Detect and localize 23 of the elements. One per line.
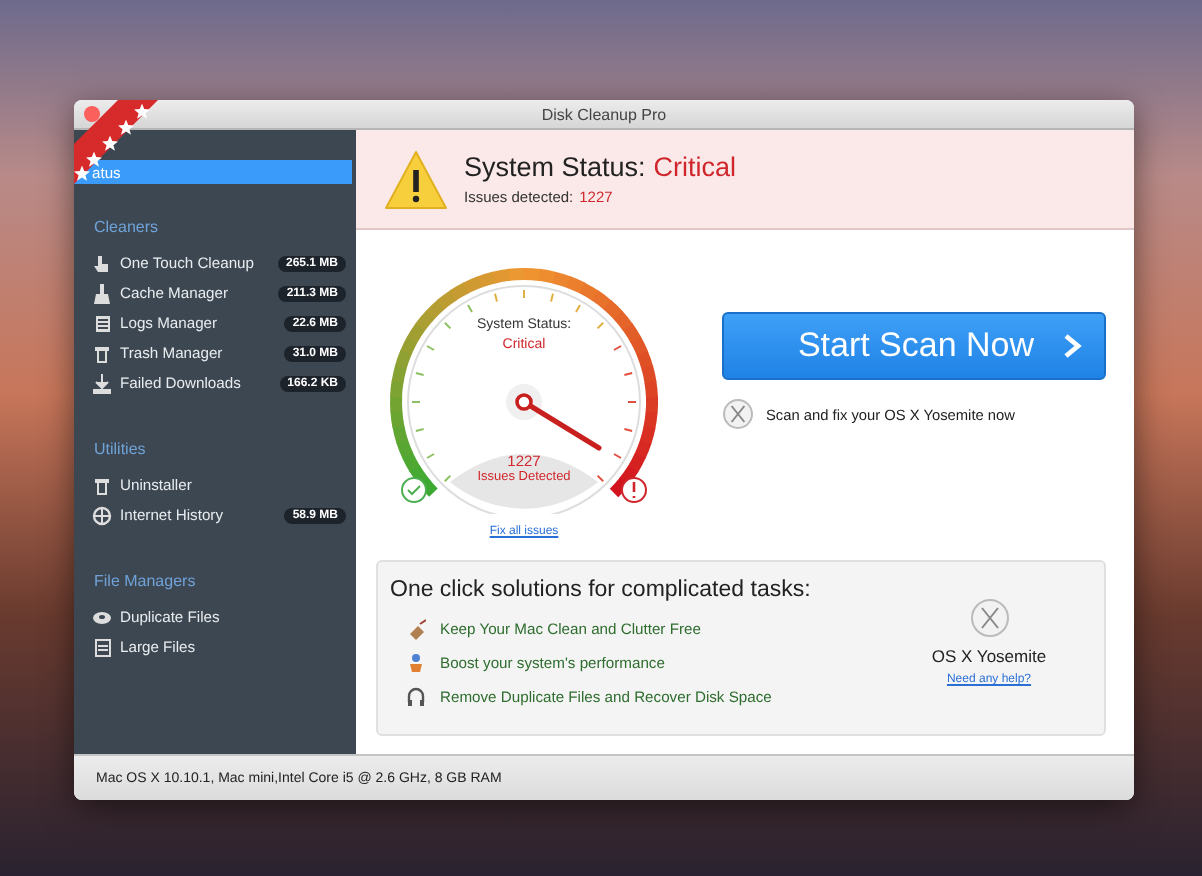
disk-icon <box>92 607 112 627</box>
section-heading: Utilities <box>92 440 148 462</box>
window-title: Disk Cleanup Pro <box>541 105 667 123</box>
section-heading: Cleaners <box>92 218 161 240</box>
trash-icon <box>92 343 112 363</box>
warning-icon <box>384 149 448 209</box>
x-logo-icon <box>969 598 1009 638</box>
close-button[interactable] <box>84 106 100 122</box>
headphones-icon <box>406 686 426 708</box>
status-title: System Status: <box>464 152 646 182</box>
section-heading: File Managers <box>92 572 198 594</box>
solutions-title: One click solutions for complicated tasks: <box>390 578 813 602</box>
status-value: Critical <box>653 152 737 182</box>
trash-icon <box>92 475 112 495</box>
globe-icon <box>92 505 112 525</box>
chevron-right-icon <box>1062 332 1083 360</box>
download-icon <box>92 373 112 393</box>
document-icon <box>92 637 112 657</box>
hand-icon <box>92 253 112 273</box>
os-name: OS X Yosemite <box>931 646 1047 666</box>
brush-icon <box>92 283 112 303</box>
document-icon <box>92 313 112 333</box>
x-logo-icon <box>722 398 754 430</box>
